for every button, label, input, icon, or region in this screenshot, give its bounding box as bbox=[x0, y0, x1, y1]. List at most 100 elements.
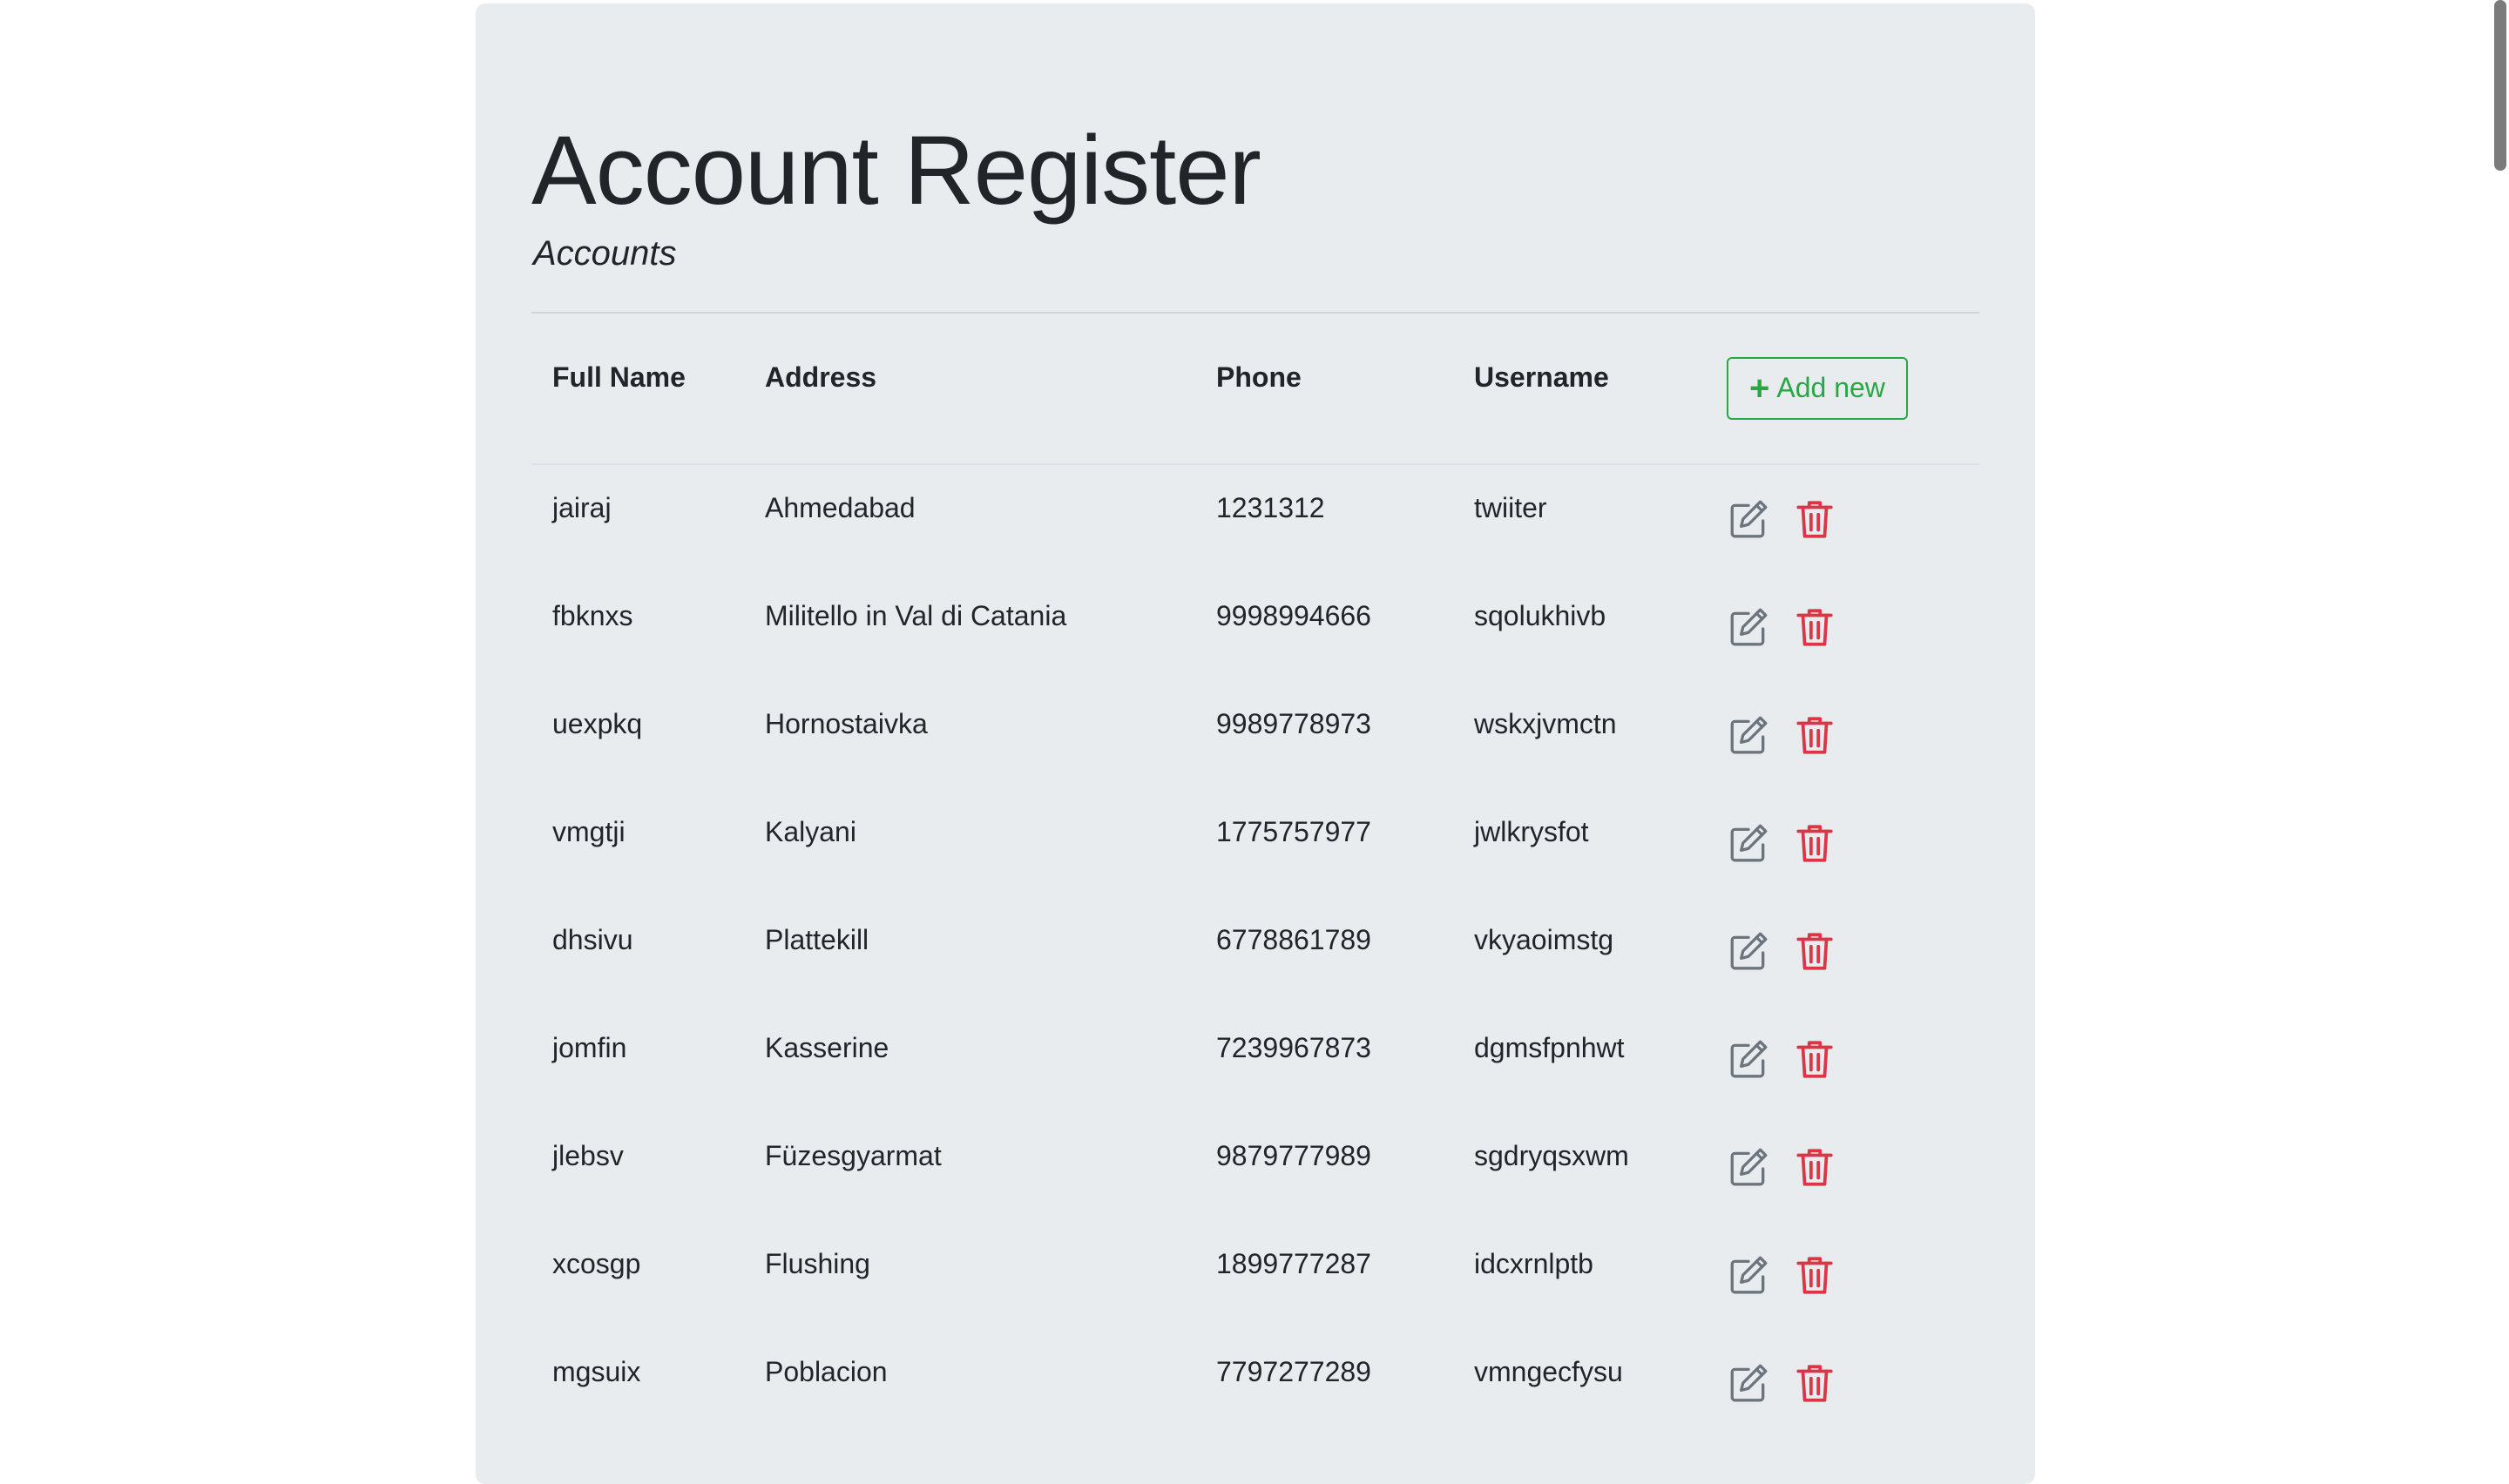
header-phone: Phone bbox=[1195, 313, 1453, 465]
header-address: Address bbox=[744, 313, 1195, 465]
full-name-text: mgsuix bbox=[552, 1356, 641, 1388]
plus-icon: + bbox=[1749, 368, 1770, 408]
trash-icon[interactable] bbox=[1793, 497, 1836, 541]
cell-full-name: jlebsv bbox=[531, 1113, 744, 1221]
add-new-label: Add new bbox=[1776, 372, 1885, 404]
username-text: twiiter bbox=[1474, 492, 1547, 524]
cell-full-name: fbknxs bbox=[531, 573, 744, 681]
edit-icon[interactable] bbox=[1727, 1037, 1770, 1081]
phone-text: 6778861789 bbox=[1216, 924, 1371, 956]
cell-actions bbox=[1706, 1221, 1979, 1329]
edit-icon[interactable] bbox=[1727, 821, 1770, 865]
cell-address: Kasserine bbox=[744, 1005, 1195, 1113]
cell-username: sqolukhivb bbox=[1453, 573, 1706, 681]
username-text: dgmsfpnhwt bbox=[1474, 1032, 1625, 1064]
cell-address: Füzesgyarmat bbox=[744, 1113, 1195, 1221]
cell-full-name: jomfin bbox=[531, 1005, 744, 1113]
cell-phone: 9998994666 bbox=[1195, 573, 1453, 681]
full-name-text: uexpkq bbox=[552, 708, 643, 740]
page-subtitle: Accounts bbox=[533, 233, 677, 273]
cell-full-name: mgsuix bbox=[531, 1329, 744, 1437]
cell-actions bbox=[1706, 464, 1979, 573]
full-name-text: dhsivu bbox=[552, 924, 633, 956]
cell-address: Kalyani bbox=[744, 789, 1195, 897]
edit-icon[interactable] bbox=[1727, 1253, 1770, 1297]
cell-full-name: xcosgp bbox=[531, 1221, 744, 1329]
phone-text: 7239967873 bbox=[1216, 1032, 1371, 1064]
edit-icon[interactable] bbox=[1727, 497, 1770, 541]
phone-text: 7797277289 bbox=[1216, 1356, 1371, 1388]
cell-address: Flushing bbox=[744, 1221, 1195, 1329]
full-name-text: jairaj bbox=[552, 492, 612, 524]
trash-icon[interactable] bbox=[1793, 1145, 1836, 1189]
header-actions: + Add new bbox=[1706, 313, 1979, 465]
username-text: idcxrnlptb bbox=[1474, 1248, 1593, 1280]
trash-icon[interactable] bbox=[1793, 929, 1836, 973]
cell-address: Poblacion bbox=[744, 1329, 1195, 1437]
trash-icon[interactable] bbox=[1793, 821, 1836, 865]
username-text: wskxjvmctn bbox=[1474, 708, 1617, 740]
cell-actions bbox=[1706, 573, 1979, 681]
edit-icon[interactable] bbox=[1727, 1145, 1770, 1189]
table-row: vmgtji Kalyani 1775757977 jwlkrysfot bbox=[531, 789, 1979, 897]
cell-actions bbox=[1706, 681, 1979, 789]
scrollbar-thumb[interactable] bbox=[2494, 0, 2506, 171]
cell-phone: 9879777989 bbox=[1195, 1113, 1453, 1221]
username-text: sgdryqsxwm bbox=[1474, 1140, 1629, 1172]
table-row: mgsuix Poblacion 7797277289 vmngecfysu bbox=[531, 1329, 1979, 1437]
trash-icon[interactable] bbox=[1793, 1253, 1836, 1297]
cell-address: Plattekill bbox=[744, 897, 1195, 1005]
cell-phone: 7797277289 bbox=[1195, 1329, 1453, 1437]
address-text: Füzesgyarmat bbox=[765, 1140, 942, 1172]
cell-username: vmngecfysu bbox=[1453, 1329, 1706, 1437]
edit-icon[interactable] bbox=[1727, 713, 1770, 757]
cell-username: sgdryqsxwm bbox=[1453, 1113, 1706, 1221]
phone-text: 9998994666 bbox=[1216, 600, 1371, 632]
trash-icon[interactable] bbox=[1793, 1361, 1836, 1405]
phone-text: 1231312 bbox=[1216, 492, 1325, 524]
phone-text: 9879777989 bbox=[1216, 1140, 1371, 1172]
header-address-label: Address bbox=[765, 361, 877, 394]
cell-phone: 1775757977 bbox=[1195, 789, 1453, 897]
header-username: Username bbox=[1453, 313, 1706, 465]
cell-username: idcxrnlptb bbox=[1453, 1221, 1706, 1329]
phone-text: 1775757977 bbox=[1216, 816, 1371, 848]
table-row: jairaj Ahmedabad 1231312 twiiter bbox=[531, 464, 1979, 573]
trash-icon[interactable] bbox=[1793, 1037, 1836, 1081]
add-new-button[interactable]: + Add new bbox=[1727, 356, 1908, 420]
cell-actions bbox=[1706, 1113, 1979, 1221]
edit-icon[interactable] bbox=[1727, 1361, 1770, 1405]
cell-address: Ahmedabad bbox=[744, 464, 1195, 573]
header-phone-label: Phone bbox=[1216, 361, 1302, 394]
accounts-table: Full Name Address Phone Username + Add n… bbox=[531, 313, 1979, 1437]
phone-text: 9989778973 bbox=[1216, 708, 1371, 740]
address-text: Kasserine bbox=[765, 1032, 889, 1064]
address-text: Poblacion bbox=[765, 1356, 888, 1388]
table-row: fbknxs Militello in Val di Catania 9998994… bbox=[531, 573, 1979, 681]
cell-phone: 1899777287 bbox=[1195, 1221, 1453, 1329]
address-text: Flushing bbox=[765, 1248, 870, 1280]
cell-address: Militello in Val di Catania bbox=[744, 573, 1195, 681]
edit-icon[interactable] bbox=[1727, 929, 1770, 973]
address-text: Plattekill bbox=[765, 924, 869, 956]
cell-full-name: dhsivu bbox=[531, 897, 744, 1005]
table-row: jlebsv Füzesgyarmat 9879777989 sgdryqsxwm bbox=[531, 1113, 1979, 1221]
cell-address: Hornostaivka bbox=[744, 681, 1195, 789]
scrollbar[interactable] bbox=[2490, 0, 2509, 1420]
username-text: sqolukhivb bbox=[1474, 600, 1606, 632]
cell-full-name: vmgtji bbox=[531, 789, 744, 897]
cell-phone: 6778861789 bbox=[1195, 897, 1453, 1005]
cell-full-name: jairaj bbox=[531, 464, 744, 573]
cell-phone: 7239967873 bbox=[1195, 1005, 1453, 1113]
full-name-text: xcosgp bbox=[552, 1248, 641, 1280]
cell-username: twiiter bbox=[1453, 464, 1706, 573]
full-name-text: vmgtji bbox=[552, 816, 626, 848]
phone-text: 1899777287 bbox=[1216, 1248, 1371, 1280]
trash-icon[interactable] bbox=[1793, 713, 1836, 757]
address-text: Hornostaivka bbox=[765, 708, 928, 740]
account-register-panel: Account Register Accounts Full Name Addr… bbox=[476, 3, 2035, 1484]
trash-icon[interactable] bbox=[1793, 605, 1836, 649]
cell-username: wskxjvmctn bbox=[1453, 681, 1706, 789]
page-title: Account Register bbox=[531, 116, 1261, 225]
edit-icon[interactable] bbox=[1727, 605, 1770, 649]
